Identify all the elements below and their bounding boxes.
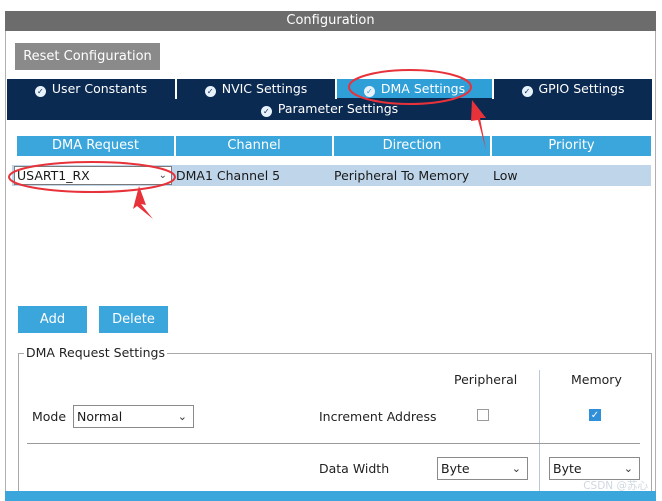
tab-label: User Constants	[51, 81, 148, 96]
chevron-down-icon: ⌄	[158, 170, 167, 181]
peripheral-increment-checkbox[interactable]	[477, 409, 489, 421]
column-divider	[539, 370, 540, 491]
check-circle-icon: ✓	[204, 86, 216, 97]
increment-address-label: Increment Address	[319, 409, 437, 424]
dma-request-value: USART1_RX	[17, 168, 90, 183]
priority-cell: Low	[493, 168, 518, 183]
tab-label: NVIC Settings	[221, 81, 308, 96]
peripheral-column-label: Peripheral	[454, 372, 518, 387]
add-button[interactable]: Add	[18, 306, 87, 333]
chevron-down-icon: ⌄	[177, 410, 187, 423]
column-header-direction[interactable]: Direction	[334, 136, 490, 156]
peripheral-data-width-select[interactable]: Byte ⌄	[437, 457, 528, 480]
peripheral-data-width-value: Byte	[441, 461, 470, 476]
reset-configuration-button[interactable]: Reset Configuration	[15, 43, 160, 70]
dma-request-select[interactable]: USART1_RX ⌄	[14, 166, 172, 185]
group-legend: DMA Request Settings	[24, 345, 167, 360]
delete-button[interactable]: Delete	[99, 306, 168, 333]
tab-label: GPIO Settings	[538, 81, 625, 96]
mode-label: Mode	[32, 409, 67, 424]
memory-increment-checkbox[interactable]: ✓	[589, 409, 601, 421]
direction-cell: Peripheral To Memory	[334, 168, 470, 183]
channel-cell: DMA1 Channel 5	[176, 168, 281, 183]
tab-gpio-settings[interactable]: ✓ GPIO Settings	[494, 79, 652, 98]
column-header-dma-request[interactable]: DMA Request	[17, 136, 174, 156]
watermark-text: CSDN @苏心	[583, 480, 648, 492]
settings-tab-bar: ✓ User Constants ✓ NVIC Settings ✓ DMA Sett…	[7, 79, 652, 120]
window-title: Configuration	[5, 11, 656, 31]
mode-value: Normal	[77, 409, 123, 424]
mode-select[interactable]: Normal ⌄	[73, 405, 194, 428]
check-circle-icon: ✓	[34, 86, 46, 97]
tab-parameter-settings[interactable]: ✓ Parameter Settings	[7, 99, 652, 119]
memory-data-width-select[interactable]: Byte ⌄	[549, 457, 640, 480]
tab-dma-settings[interactable]: ✓ DMA Settings	[337, 79, 492, 98]
bottom-scroll-bar[interactable]	[5, 491, 656, 501]
tab-label: Parameter Settings	[277, 101, 399, 116]
check-circle-icon: ✓	[521, 86, 533, 97]
check-circle-icon: ✓	[260, 106, 272, 117]
chevron-down-icon: ⌄	[511, 462, 521, 475]
column-header-channel[interactable]: Channel	[176, 136, 332, 156]
tab-user-constants[interactable]: ✓ User Constants	[7, 79, 175, 98]
chevron-down-icon: ⌄	[623, 462, 633, 475]
tab-nvic-settings[interactable]: ✓ NVIC Settings	[177, 79, 335, 98]
column-header-priority[interactable]: Priority	[492, 136, 651, 156]
check-circle-icon: ✓	[363, 86, 375, 97]
tab-label: DMA Settings	[380, 81, 466, 96]
memory-data-width-value: Byte	[553, 461, 582, 476]
memory-column-label: Memory	[571, 372, 622, 387]
settings-divider	[27, 443, 640, 444]
data-width-label: Data Width	[319, 461, 390, 476]
